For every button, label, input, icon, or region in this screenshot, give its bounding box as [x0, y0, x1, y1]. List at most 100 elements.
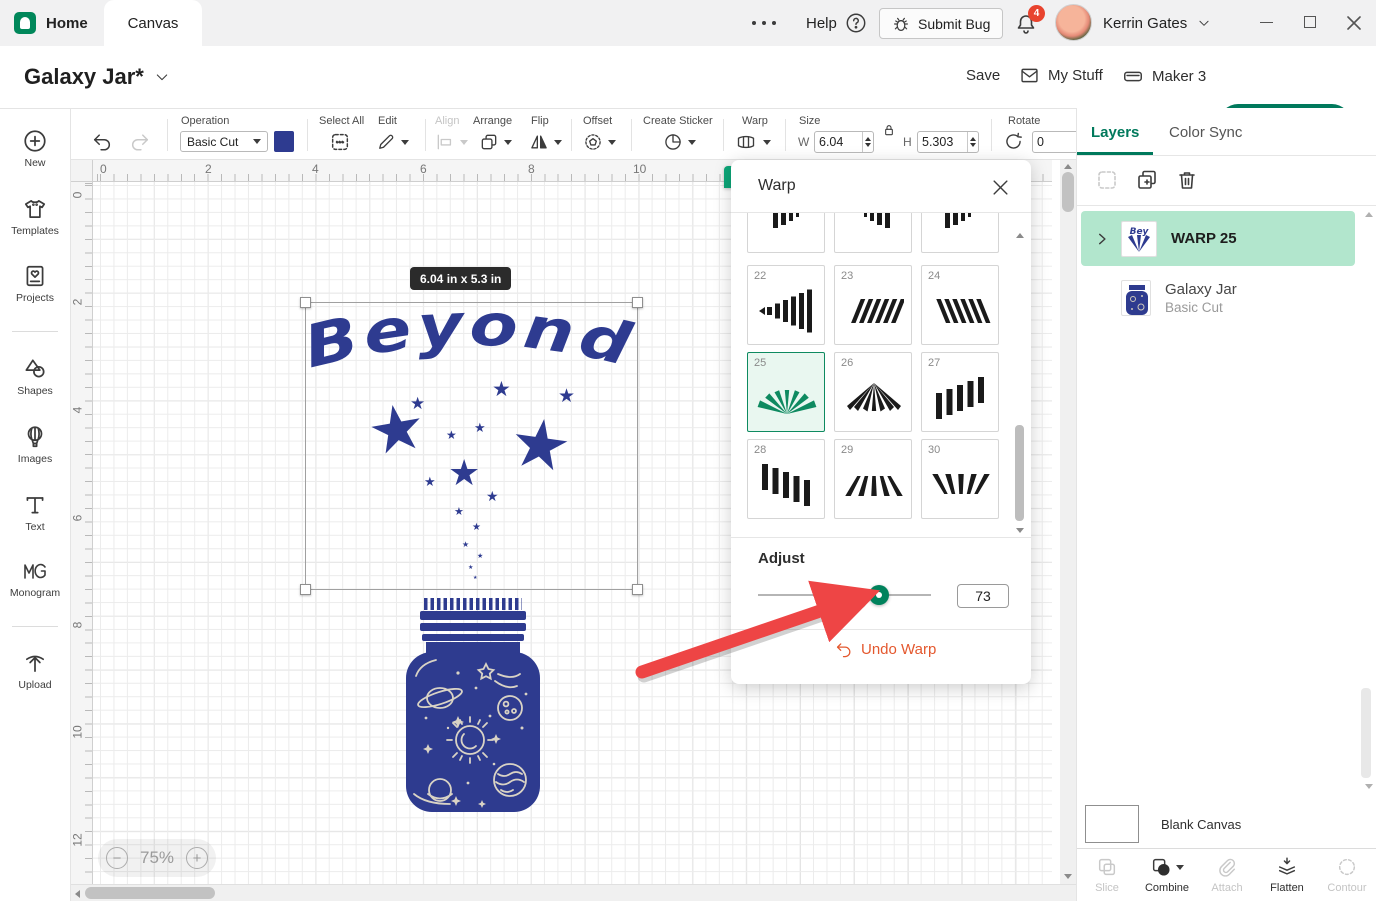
- height-value[interactable]: [918, 132, 967, 152]
- create-sticker-button[interactable]: [663, 132, 696, 152]
- layer-item-galaxy-jar[interactable]: Galaxy Jar Basic Cut: [1081, 272, 1355, 324]
- redo-button[interactable]: [128, 131, 152, 153]
- my-stuff-button[interactable]: My Stuff: [1019, 65, 1103, 86]
- adjust-value-input[interactable]: [957, 584, 1009, 608]
- star-icon: ★: [468, 565, 473, 571]
- warp-style-24[interactable]: 24: [921, 265, 999, 345]
- layers-scrollbar[interactable]: [1361, 688, 1371, 778]
- layer-item-warp-25[interactable]: Bey WARP 25: [1081, 211, 1355, 266]
- sidebar-item-upload[interactable]: Upload: [0, 650, 70, 691]
- flip-button[interactable]: [529, 132, 562, 152]
- submit-bug-button[interactable]: Submit Bug: [879, 8, 1003, 39]
- warp-list-scrollbar[interactable]: [1014, 225, 1025, 545]
- select-all-button[interactable]: [329, 131, 351, 153]
- warp-style-option[interactable]: [747, 213, 825, 253]
- resize-handle-bottom-left[interactable]: [300, 584, 311, 595]
- offset-button[interactable]: [583, 132, 616, 152]
- galaxy-jar-image[interactable]: [398, 598, 548, 818]
- save-button[interactable]: Save: [966, 67, 1000, 84]
- operation-select[interactable]: Basic Cut: [180, 131, 268, 152]
- warp-style-22[interactable]: 22: [747, 265, 825, 345]
- avatar[interactable]: [1055, 4, 1092, 41]
- adjust-slider-knob[interactable]: [869, 585, 889, 605]
- contour-button[interactable]: Contour: [1317, 849, 1376, 901]
- canvas-vertical-scrollbar[interactable]: [1060, 160, 1076, 884]
- selection-bounding-box[interactable]: Beyond ★ ★ ★ ★ ★ ★ ★ ★ ★ ★ ★ ★ ★ ★ ★ ★: [305, 302, 638, 590]
- duplicate-layer-button[interactable]: [1135, 168, 1159, 192]
- tab-home[interactable]: Home: [14, 0, 88, 46]
- width-stepper[interactable]: [862, 132, 873, 152]
- combine-button[interactable]: Combine: [1137, 849, 1197, 901]
- color-swatch[interactable]: [274, 131, 294, 152]
- edit-button[interactable]: [376, 132, 409, 152]
- machine-selector[interactable]: Maker 3: [1122, 65, 1206, 87]
- zoom-out-button[interactable]: −: [106, 847, 128, 869]
- layers-scroll-down[interactable]: [1365, 784, 1373, 789]
- inbox-icon: [1019, 65, 1040, 86]
- slice-button[interactable]: Slice: [1077, 849, 1137, 901]
- align-icon: [435, 132, 455, 152]
- warp-style-option[interactable]: [921, 213, 999, 253]
- select-layer-button[interactable]: [1095, 168, 1119, 192]
- user-menu[interactable]: Kerrin Gates: [1103, 0, 1211, 46]
- scrollbar-thumb[interactable]: [85, 887, 215, 899]
- layers-scroll-up[interactable]: [1365, 212, 1373, 217]
- sidebar-item-shapes[interactable]: Shapes: [0, 356, 70, 397]
- page-title: Galaxy Jar*: [24, 64, 144, 90]
- tab-canvas[interactable]: Canvas: [104, 0, 202, 46]
- warp-style-30[interactable]: 30: [921, 439, 999, 519]
- adjust-slider-track[interactable]: [758, 594, 931, 596]
- sidebar-item-new[interactable]: New: [0, 128, 70, 169]
- close-icon[interactable]: [991, 178, 1010, 197]
- warp-style-26[interactable]: 26: [834, 352, 912, 432]
- sidebar-item-templates[interactable]: Templates: [0, 196, 70, 237]
- warp-style-28[interactable]: 28: [747, 439, 825, 519]
- adjust-value[interactable]: [958, 585, 1008, 607]
- tab-layers[interactable]: Layers: [1091, 124, 1139, 141]
- warp-label: Warp: [742, 115, 768, 127]
- help-menu[interactable]: Help: [806, 0, 867, 46]
- warp-button[interactable]: [734, 132, 771, 152]
- warp-style-23[interactable]: 23: [834, 265, 912, 345]
- arrange-layers-icon: [479, 132, 499, 152]
- flatten-button[interactable]: Flatten: [1257, 849, 1317, 901]
- layer-name: WARP 25: [1171, 230, 1237, 247]
- lock-aspect-icon[interactable]: [881, 122, 897, 138]
- more-options-icon[interactable]: [752, 21, 776, 25]
- design-beyond-text[interactable]: Beyond: [306, 307, 639, 417]
- resize-handle-bottom-right[interactable]: [632, 584, 643, 595]
- rotate-value[interactable]: [1033, 132, 1080, 152]
- close-window-button[interactable]: [1347, 16, 1361, 30]
- attach-button[interactable]: Attach: [1197, 849, 1257, 901]
- project-title-menu[interactable]: Galaxy Jar*: [24, 64, 170, 90]
- scrollbar-thumb[interactable]: [1062, 172, 1074, 212]
- align-button[interactable]: [435, 132, 468, 152]
- undo-warp-button[interactable]: Undo Warp: [834, 640, 936, 659]
- delete-layer-button[interactable]: [1175, 168, 1199, 192]
- height-input[interactable]: [917, 131, 979, 153]
- sidebar-item-projects[interactable]: Projects: [0, 263, 70, 304]
- width-input[interactable]: [814, 131, 874, 153]
- canvas-color-swatch[interactable]: [1085, 805, 1139, 843]
- warp-style-29[interactable]: 29: [834, 439, 912, 519]
- warp-style-25-selected[interactable]: 25: [747, 352, 825, 432]
- rotate-icon[interactable]: [1003, 131, 1024, 152]
- warp-style-option[interactable]: [834, 213, 912, 253]
- maximize-button[interactable]: [1304, 16, 1316, 28]
- scrollbar-thumb[interactable]: [1015, 425, 1024, 521]
- warp-style-27[interactable]: 27: [921, 352, 999, 432]
- undo-button[interactable]: [90, 131, 114, 153]
- arrange-button[interactable]: [479, 132, 512, 152]
- canvas-horizontal-scrollbar[interactable]: [71, 884, 1076, 901]
- tab-color-sync[interactable]: Color Sync: [1169, 124, 1242, 141]
- sidebar-item-text[interactable]: Text: [0, 492, 70, 533]
- user-name: Kerrin Gates: [1103, 15, 1187, 32]
- zoom-in-button[interactable]: +: [186, 847, 208, 869]
- sidebar-item-images[interactable]: Images: [0, 424, 70, 465]
- width-value[interactable]: [815, 132, 862, 152]
- minimize-button[interactable]: [1260, 22, 1273, 23]
- height-stepper[interactable]: [967, 132, 978, 152]
- notification-badge: 4: [1028, 5, 1045, 22]
- blank-canvas-row[interactable]: Blank Canvas: [1077, 800, 1376, 848]
- sidebar-item-monogram[interactable]: Monogram: [0, 558, 70, 599]
